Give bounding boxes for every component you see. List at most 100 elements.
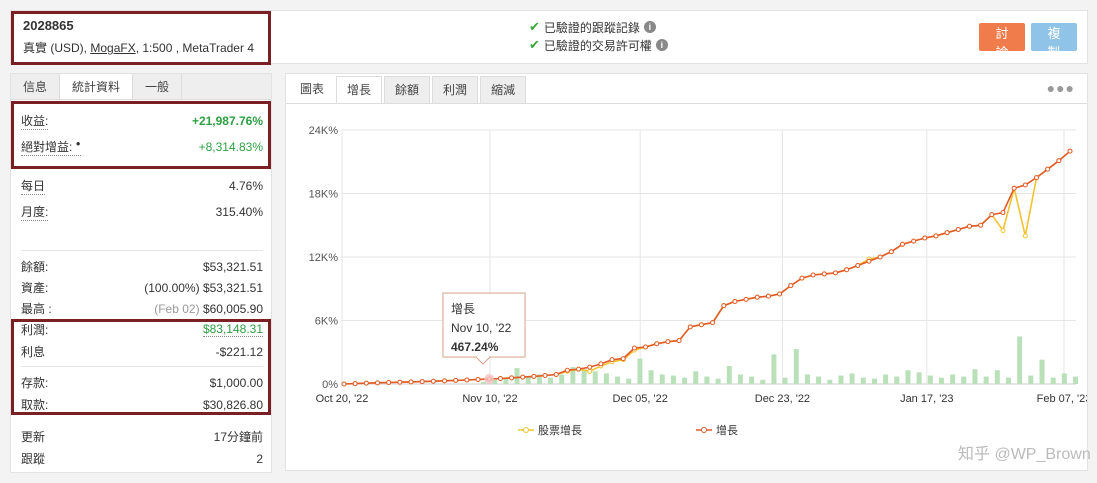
growth-point[interactable] [553,371,559,377]
growth-point[interactable] [453,377,459,383]
growth-point[interactable] [821,271,827,277]
growth-point[interactable] [944,230,950,236]
tab-growth[interactable]: 增長 [336,76,383,103]
growth-point[interactable] [1056,158,1062,164]
tab-chart[interactable]: 圖表 [290,76,335,103]
info-icon[interactable]: i [655,39,668,51]
growth-point[interactable] [799,275,805,281]
tab-statistics[interactable]: 統計資料 [60,74,134,99]
growth-point[interactable] [464,377,470,383]
info-icon[interactable]: i [643,21,656,33]
growth-point[interactable] [888,249,894,255]
x-tick-label: Nov 10, '22 [462,393,517,405]
monthly-label[interactable]: 月度: [21,203,49,221]
daily-bar [883,374,889,384]
growth-point[interactable] [665,339,671,345]
equity-value-group: (100.00%) $53,321.51 [144,281,263,295]
growth-point[interactable] [732,298,738,304]
growth-point[interactable] [375,380,381,386]
growth-point[interactable] [855,262,861,268]
growth-point[interactable] [408,379,414,385]
growth-point[interactable] [542,373,548,379]
growth-point[interactable] [989,212,995,218]
copy-button[interactable]: 複製 [1031,23,1077,60]
daily-bar [972,369,978,384]
equity-growth-point[interactable] [1000,228,1006,234]
growth-point[interactable] [609,357,615,363]
growth-point[interactable] [810,272,816,278]
growth-point[interactable] [1011,185,1017,191]
highest-value-group: (Feb 02) $60,005.90 [154,302,263,316]
growth-point[interactable] [352,381,358,387]
legend-growth[interactable]: 增長 [716,423,738,437]
growth-point[interactable] [832,270,838,276]
growth-point[interactable] [966,223,972,229]
growth-point[interactable] [598,361,604,367]
growth-point[interactable] [1000,210,1006,216]
growth-point[interactable] [955,226,961,232]
growth-point[interactable] [1045,166,1051,172]
growth-point[interactable] [877,254,883,260]
verified-trading-text: 已驗證的交易許可權 [543,38,652,53]
tab-balance[interactable]: 餘額 [384,76,431,103]
growth-point[interactable] [587,364,593,370]
growth-point[interactable] [687,324,693,330]
checkmark-icon: ✔ [529,37,540,52]
tab-info[interactable]: 信息 [11,74,61,99]
growth-point[interactable] [676,338,682,344]
growth-point[interactable] [475,376,481,382]
growth-point[interactable] [620,356,626,362]
tab-general[interactable]: 一般 [133,74,183,99]
daily-bar [670,375,676,384]
growth-point[interactable] [363,380,369,386]
equity-growth-point[interactable] [1022,233,1028,239]
growth-point[interactable] [710,320,716,326]
growth-point[interactable] [654,341,660,347]
legend-equity-growth[interactable]: 股票增長 [538,423,582,437]
growth-point[interactable] [531,373,537,379]
daily-label[interactable]: 每日 [21,177,46,195]
equity-growth-point[interactable] [587,368,593,374]
growth-point[interactable] [754,294,760,300]
daily-bar [905,370,911,384]
growth-point[interactable] [442,378,448,384]
growth-point[interactable] [386,380,392,386]
growth-point[interactable] [922,235,928,241]
growth-point[interactable] [419,379,425,385]
growth-point[interactable] [978,222,984,228]
tab-profit[interactable]: 利潤 [432,76,479,103]
discuss-button[interactable]: 討論 [979,23,1025,60]
daily-bar [1039,359,1045,384]
growth-point[interactable] [788,283,794,289]
growth-point[interactable] [765,293,771,299]
growth-point[interactable] [520,374,526,380]
broker-link[interactable]: MogaFX [90,41,135,55]
growth-point[interactable] [631,345,637,351]
tab-drawdown[interactable]: 縮減 [480,76,527,103]
more-dots-icon[interactable]: ●●● [1047,80,1075,96]
growth-point[interactable] [576,366,582,372]
growth-point[interactable] [643,344,649,350]
growth-point[interactable] [698,322,704,328]
growth-point[interactable] [743,296,749,302]
growth-point[interactable] [341,381,347,387]
highest-value: $60,005.90 [202,301,263,316]
growth-point[interactable] [509,375,515,381]
growth-point[interactable] [1022,182,1028,188]
growth-point[interactable] [721,303,727,309]
stat-balance: 餘額: $53,321.51 [11,256,273,277]
daily-bar [1073,376,1078,384]
growth-point[interactable] [911,238,917,244]
growth-point[interactable] [844,267,850,273]
growth-point[interactable] [564,367,570,373]
growth-point[interactable] [777,291,783,297]
growth-point[interactable] [397,379,403,385]
growth-point[interactable] [1033,175,1039,181]
growth-point[interactable] [866,258,872,264]
growth-point[interactable] [899,241,905,247]
growth-point[interactable] [497,375,503,381]
growth-point[interactable] [1067,148,1073,154]
growth-point[interactable] [933,233,939,239]
growth-point[interactable] [430,378,436,384]
updated-value: 17分鐘前 [213,430,263,444]
